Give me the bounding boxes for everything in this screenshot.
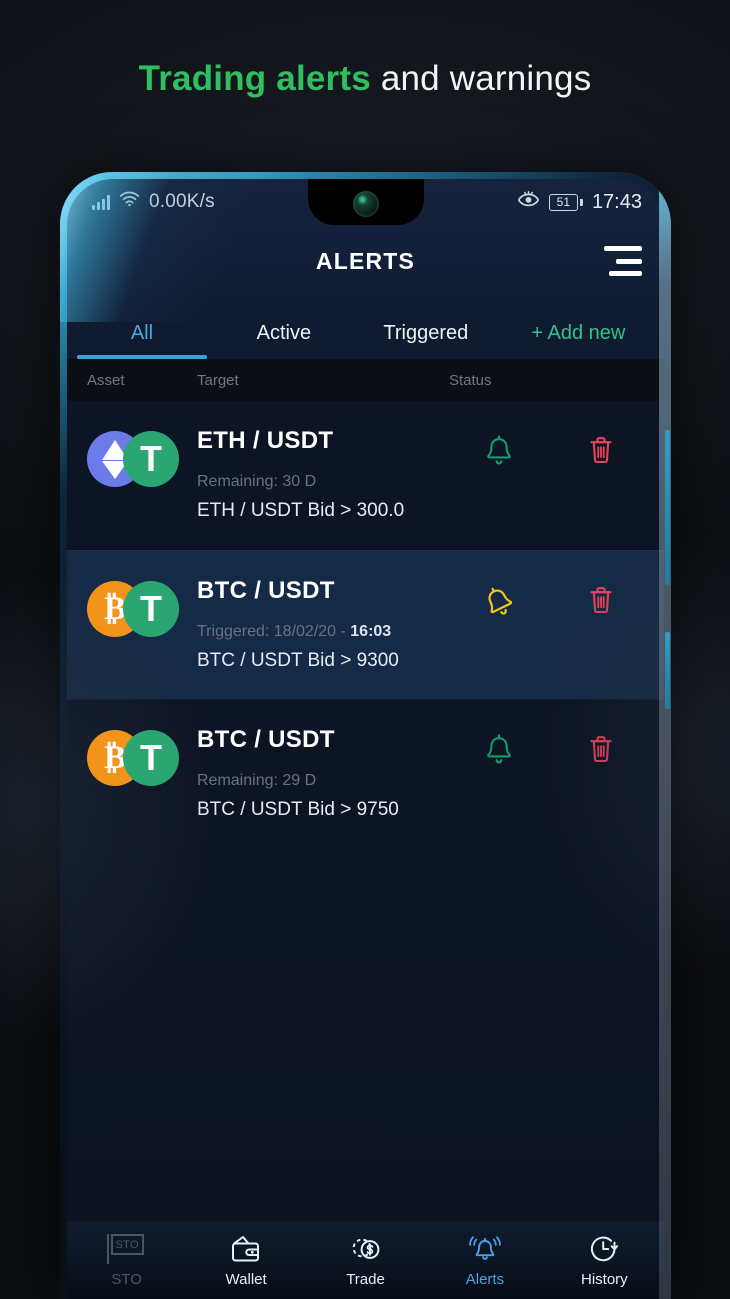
wallet-icon: [230, 1233, 262, 1265]
pair-coin-icons: T: [87, 431, 183, 489]
signal-bars-icon: [92, 194, 110, 210]
nav-label-sto: STO: [111, 1271, 142, 1288]
row-sub-label: Remaining: 29 D: [197, 772, 440, 790]
row-status-bell-ringing[interactable]: [440, 575, 558, 619]
delete-alert-button[interactable]: [558, 724, 644, 764]
nav-item-sto[interactable]: STO STO: [67, 1233, 186, 1288]
sto-flag-icon: STO: [106, 1233, 147, 1265]
battery-tip: [579, 198, 583, 206]
nav-label-alerts: Alerts: [465, 1271, 505, 1288]
phone-volume-button-down[interactable]: [665, 632, 670, 709]
status-bar: 0.00K/s 51 17:43: [67, 179, 664, 225]
row-sub-text: Triggered: 18/02/20 -: [197, 623, 351, 640]
nav-item-trade[interactable]: Trade: [306, 1233, 425, 1288]
nav-label-wallet: Wallet: [225, 1271, 267, 1288]
status-bar-left: 0.00K/s: [92, 191, 215, 213]
alerts-tab-bar: All Active Triggered + Add new: [67, 297, 664, 359]
tab-triggered[interactable]: Triggered: [355, 322, 497, 359]
table-row[interactable]: T ETH / USDT Remaining: 30 D ETH / USDT …: [67, 401, 664, 550]
table-column-headers: Asset Target Status: [67, 359, 664, 401]
row-condition-label: BTC / USDT Bid > 9300: [197, 650, 399, 671]
clock-arrow-icon: [588, 1233, 620, 1265]
page-headline: Trading alerts and warnings: [0, 59, 730, 99]
row-sub-text: Remaining: 29 D: [197, 772, 317, 789]
usdt-coin-icon: T: [123, 581, 179, 637]
delete-alert-button[interactable]: [558, 575, 644, 615]
battery-level-label: 51: [548, 193, 578, 211]
row-sub-label: Remaining: 30 D: [197, 473, 440, 491]
page-title: ALERTS: [315, 247, 416, 274]
hamburger-menu-icon[interactable]: [604, 246, 642, 276]
battery-icon: 51: [548, 193, 583, 211]
row-pair-label: BTC / USDT: [197, 726, 335, 753]
table-row[interactable]: ₿ T BTC / USDT Remaining: 29 D BTC / USD…: [67, 699, 664, 848]
column-header-target: Target: [197, 371, 239, 389]
nav-item-history[interactable]: History: [545, 1233, 664, 1288]
app-bar: ALERTS: [67, 225, 664, 297]
table-row[interactable]: ₿ T BTC / USDT Triggered: 18/02/20 - 16:…: [67, 550, 664, 699]
tab-add-new[interactable]: + Add new: [497, 322, 660, 359]
nav-item-alerts[interactable]: Alerts: [425, 1233, 544, 1288]
row-status-bell[interactable]: [440, 425, 558, 469]
row-details: ETH / USDT Remaining: 30 D ETH / USDT Bi…: [183, 425, 440, 522]
phone-mockup: 0.00K/s 51 17:43 ALERTS All Active Trigg…: [60, 172, 671, 1299]
tab-all[interactable]: All: [71, 322, 213, 359]
bottom-navigation: STO STO Wallet Trade Alerts History: [67, 1221, 664, 1299]
headline-white-text: and warnings: [370, 59, 592, 98]
phone-volume-button-up[interactable]: [665, 430, 670, 585]
coins-dollar-icon: [349, 1233, 383, 1265]
bell-ringing-icon: [468, 1233, 502, 1265]
alerts-list: T ETH / USDT Remaining: 30 D ETH / USDT …: [67, 401, 664, 848]
row-pair-label: ETH / USDT: [197, 427, 334, 454]
row-condition-label: BTC / USDT Bid > 9750: [197, 799, 399, 820]
tab-active[interactable]: Active: [213, 322, 355, 359]
wifi-icon: [119, 191, 140, 213]
hamburger-bar-3: [609, 271, 642, 276]
nav-item-wallet[interactable]: Wallet: [186, 1233, 305, 1288]
promo-page: Trading alerts and warnings 0.00K/s 51 1…: [0, 0, 730, 1299]
row-sub-text: Remaining: 30 D: [197, 473, 317, 490]
eye-icon: [517, 190, 540, 214]
column-header-asset: Asset: [87, 371, 125, 389]
delete-alert-button[interactable]: [558, 425, 644, 465]
phone-screen: 0.00K/s 51 17:43 ALERTS All Active Trigg…: [67, 179, 664, 1299]
hamburger-bar-2: [616, 258, 642, 264]
column-header-status: Status: [449, 371, 492, 389]
row-details: BTC / USDT Triggered: 18/02/20 - 16:03 B…: [183, 575, 440, 672]
row-condition-label: ETH / USDT Bid > 300.0: [197, 500, 405, 521]
hamburger-bar-1: [604, 246, 642, 251]
row-details: BTC / USDT Remaining: 29 D BTC / USDT Bi…: [183, 724, 440, 821]
row-sub-label: Triggered: 18/02/20 - 16:03: [197, 623, 440, 641]
usdt-coin-icon: T: [123, 730, 179, 786]
network-speed-label: 0.00K/s: [149, 191, 215, 212]
headline-green-text: Trading alerts: [138, 59, 371, 98]
pair-coin-icons: ₿ T: [87, 581, 183, 639]
status-bar-clock: 17:43: [591, 190, 642, 213]
usdt-coin-icon: T: [123, 431, 179, 487]
pair-coin-icons: ₿ T: [87, 730, 183, 788]
status-bar-right: 51 17:43: [517, 190, 642, 214]
row-sub-time: 16:03: [350, 623, 392, 640]
nav-label-trade: Trade: [346, 1271, 385, 1288]
row-pair-label: BTC / USDT: [197, 577, 335, 604]
nav-label-history: History: [580, 1271, 628, 1288]
row-status-bell[interactable]: [440, 724, 558, 768]
